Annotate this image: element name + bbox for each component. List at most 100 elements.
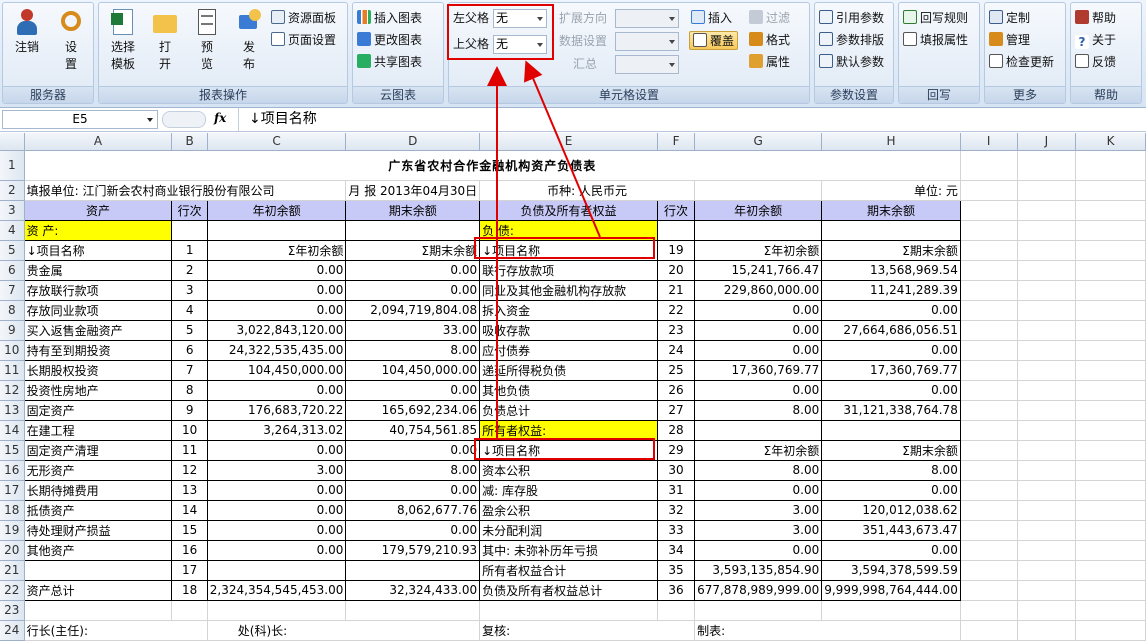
begin-balance[interactable]: Σ年初余额	[694, 439, 823, 461]
end-balance[interactable]: 8.00	[345, 339, 481, 361]
liability-name[interactable]: 其中: 未弥补历年亏损	[479, 539, 658, 561]
expand-direction-select[interactable]	[615, 9, 679, 28]
cell[interactable]	[960, 540, 1018, 561]
cell[interactable]	[1017, 200, 1077, 221]
cover-button[interactable]: 覆盖	[689, 31, 739, 50]
liability-name[interactable]: 吸收存款	[479, 319, 658, 341]
liability-name[interactable]: 减: 库存股	[479, 479, 658, 501]
begin-balance[interactable]: 3.00	[694, 499, 823, 521]
liability-name[interactable]: 应付债券	[479, 339, 658, 361]
row-header[interactable]: 8	[0, 300, 25, 321]
line-number[interactable]: 19	[656, 239, 696, 261]
line-number[interactable]: 12	[171, 459, 208, 481]
sum-end-cell[interactable]: Σ期末余额	[345, 239, 481, 261]
begin-balance[interactable]: 8.00	[694, 399, 823, 421]
cell[interactable]	[960, 600, 1018, 621]
begin-balance[interactable]	[694, 419, 823, 441]
begin-balance[interactable]: 0.00	[206, 379, 347, 401]
check-update-button[interactable]: 检查更新	[989, 53, 1054, 72]
line-number[interactable]: 24	[656, 339, 696, 361]
cell[interactable]	[1017, 500, 1077, 521]
begin-balance[interactable]	[206, 559, 347, 581]
cell[interactable]	[1075, 500, 1146, 521]
cell[interactable]	[1017, 180, 1077, 201]
row-header[interactable]: 14	[0, 420, 25, 441]
cell[interactable]	[1075, 360, 1146, 381]
liability-name[interactable]: 资本公积	[479, 459, 658, 481]
report-title[interactable]: 广东省农村合作金融机构资产负债表	[24, 150, 961, 181]
row-header[interactable]: 15	[0, 440, 25, 461]
asset-name[interactable]: 存放联行款项	[23, 279, 173, 301]
footer-preparer[interactable]: 制表:	[694, 620, 961, 641]
column-header[interactable]: A	[24, 133, 173, 151]
liability-name[interactable]: 盈余公积	[479, 499, 658, 521]
liability-name[interactable]: 同业及其他金融机构存放款	[479, 279, 658, 301]
begin-balance[interactable]: 0.00	[206, 299, 347, 321]
sum-end-cell[interactable]: Σ期末余额	[821, 239, 961, 261]
end-balance[interactable]: 33.00	[345, 319, 481, 341]
header-begin[interactable]: 年初余额	[206, 199, 347, 221]
line-number[interactable]: 32	[656, 499, 696, 521]
row-header[interactable]: 1	[0, 150, 25, 181]
summary-select[interactable]	[615, 55, 679, 74]
cell[interactable]	[1075, 180, 1146, 201]
column-header[interactable]: K	[1075, 133, 1146, 151]
cell[interactable]	[960, 580, 1018, 601]
row-header[interactable]: 2	[0, 180, 25, 201]
select-template-button[interactable]: 选择 模板	[105, 7, 141, 73]
logout-button[interactable]: 注销	[9, 7, 45, 56]
asset-name[interactable]: 投资性房地产	[23, 379, 173, 401]
cell[interactable]	[960, 180, 1018, 201]
line-number[interactable]: 27	[656, 399, 696, 421]
format-button[interactable]: 格式	[749, 31, 790, 50]
preview-button[interactable]: 预 览	[189, 7, 225, 73]
cell[interactable]	[1017, 620, 1077, 641]
cell[interactable]	[1017, 220, 1077, 241]
default-param-button[interactable]: 默认参数	[819, 53, 884, 72]
footer-reviewer[interactable]: 复核:	[479, 620, 696, 641]
end-balance[interactable]: 8,062,677.76	[345, 499, 481, 521]
end-balance[interactable]: 8.00	[345, 459, 481, 481]
row-header[interactable]: 13	[0, 400, 25, 421]
begin-balance[interactable]: 0.00	[206, 439, 347, 461]
section-assets[interactable]: 资 产:	[23, 219, 173, 241]
asset-name[interactable]: 持有至到期投资	[23, 339, 173, 361]
column-header[interactable]: G	[694, 133, 823, 151]
liability-name[interactable]: 所有者权益:	[479, 419, 658, 441]
custom-button[interactable]: 定制	[989, 9, 1030, 28]
left-parent-select[interactable]: 无	[493, 9, 547, 28]
cell[interactable]	[1075, 150, 1146, 181]
end-balance[interactable]: 0.00	[821, 339, 961, 361]
line-number[interactable]: 36	[656, 579, 696, 601]
line-number[interactable]: 4	[171, 299, 208, 321]
cell[interactable]	[1075, 420, 1146, 441]
liability-name[interactable]: 负债总计	[479, 399, 658, 421]
begin-balance[interactable]: 24,322,535,435.00	[206, 339, 347, 361]
cell[interactable]	[960, 500, 1018, 521]
cell[interactable]	[1075, 600, 1146, 621]
feedback-button[interactable]: 反馈	[1075, 53, 1116, 72]
cell[interactable]	[1017, 600, 1077, 621]
row-header[interactable]: 12	[0, 380, 25, 401]
cell[interactable]	[1075, 440, 1146, 461]
begin-balance[interactable]: 229,860,000.00	[694, 279, 823, 301]
cell[interactable]	[960, 260, 1018, 281]
end-balance[interactable]: 0.00	[821, 299, 961, 321]
open-button[interactable]: 打 开	[147, 7, 183, 73]
attribute-button[interactable]: 属性	[749, 53, 790, 72]
line-number[interactable]: 1	[171, 239, 208, 261]
cell[interactable]	[1017, 260, 1077, 281]
column-header[interactable]: D	[345, 133, 481, 151]
end-balance[interactable]: 11,241,289.39	[821, 279, 961, 301]
line-number[interactable]: 20	[656, 259, 696, 281]
line-number[interactable]: 13	[171, 479, 208, 501]
end-balance[interactable]: 0.00	[345, 479, 481, 501]
line-number[interactable]: 11	[171, 439, 208, 461]
manage-button[interactable]: 管理	[989, 31, 1030, 50]
cell[interactable]	[1075, 260, 1146, 281]
begin-balance[interactable]: 0.00	[694, 319, 823, 341]
cell[interactable]	[1017, 150, 1077, 181]
begin-balance[interactable]: 0.00	[206, 519, 347, 541]
cell[interactable]	[207, 600, 347, 621]
cell[interactable]	[960, 520, 1018, 541]
